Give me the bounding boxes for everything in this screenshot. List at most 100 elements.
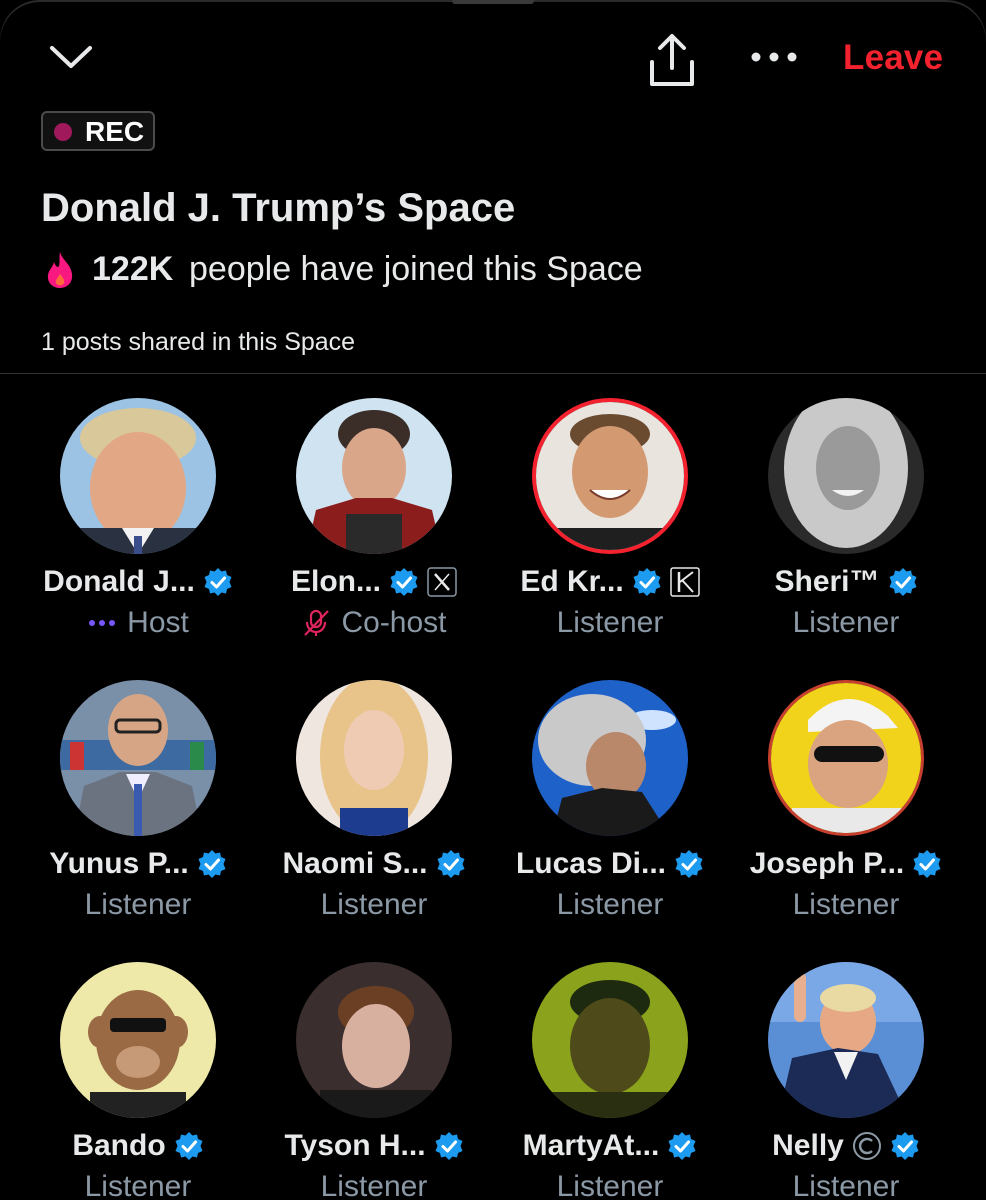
participant-ed[interactable]: Ed Kr... Listener (492, 398, 728, 668)
divider (0, 373, 986, 374)
name-row: Sheri™ (728, 562, 964, 602)
name-row: Nelly (728, 1126, 964, 1166)
verified-badge-icon (390, 568, 418, 596)
participant-role: Listener (84, 888, 192, 921)
participant-role: Listener (320, 888, 428, 921)
verified-badge-icon (675, 850, 703, 878)
participant-name: Elon... (291, 565, 381, 598)
flame-icon (47, 252, 73, 288)
participant-name: Lucas Di... (515, 847, 667, 880)
more-dots-icon[interactable] (748, 42, 800, 72)
verified-badge-icon (633, 568, 661, 596)
avatar[interactable] (296, 962, 452, 1118)
verified-badge-icon (891, 1132, 919, 1160)
verified-badge-icon (435, 1132, 463, 1160)
participant-role: Co-host (341, 606, 447, 639)
rec-label: REC (85, 116, 145, 147)
participant-name: Naomi S... (282, 847, 428, 880)
avatar-speaking[interactable] (532, 398, 688, 554)
joined-count: 122K (92, 250, 174, 288)
participant-name: Tyson H... (284, 1129, 426, 1162)
role-row: Listener (492, 1168, 728, 1200)
participant-name: Donald J... (43, 565, 195, 598)
c-circle-icon (852, 1132, 881, 1160)
speaking-dots-icon (89, 620, 116, 626)
rec-badge: REC (41, 111, 155, 151)
participant-name: MartyAt... (522, 1129, 660, 1162)
participant-role: Listener (792, 606, 900, 639)
avatar[interactable] (768, 962, 924, 1118)
role-row: Listener (20, 886, 256, 924)
space-sheet: Leave REC Donald J. Trump’s Space 122K p… (0, 0, 986, 1200)
participant-sheri[interactable]: Sheri™ Listener (728, 398, 964, 668)
avatar[interactable] (60, 680, 216, 836)
verified-badge-icon (889, 568, 917, 596)
sheet-grabber[interactable] (452, 0, 534, 4)
name-row: Lucas Di... (492, 844, 728, 884)
participant-name: Yunus P... (49, 847, 189, 880)
space-title: Donald J. Trump’s Space (41, 186, 516, 230)
role-row: Co-host (256, 604, 492, 642)
participant-role: Listener (556, 1170, 664, 1200)
participant-role: Listener (792, 1170, 900, 1200)
participant-lucas[interactable]: Lucas Di... Listener (492, 680, 728, 950)
role-row: Listener (256, 1168, 492, 1200)
participant-role: Listener (556, 888, 664, 921)
name-row: Ed Kr... (492, 562, 728, 602)
participant-name: Joseph P... (749, 847, 905, 880)
participant-bando[interactable]: Bando Listener (20, 962, 256, 1200)
participant-yunus[interactable]: Yunus P... Listener (20, 680, 256, 950)
avatar[interactable] (532, 962, 688, 1118)
role-row: Host (20, 604, 256, 642)
verified-badge-icon (437, 850, 465, 878)
participant-naomi[interactable]: Naomi S... Listener (256, 680, 492, 950)
name-row: Elon... (256, 562, 492, 602)
posts-shared-link[interactable]: 1 posts shared in this Space (41, 328, 355, 357)
share-icon[interactable] (646, 32, 698, 90)
avatar[interactable] (60, 962, 216, 1118)
avatar-speaking[interactable] (768, 680, 924, 836)
chevron-down-icon[interactable] (48, 42, 94, 72)
avatar[interactable] (532, 680, 688, 836)
verified-badge-icon (913, 850, 941, 878)
participant-role: Listener (84, 1170, 192, 1200)
verified-badge-icon (204, 568, 232, 596)
participant-tyson[interactable]: Tyson H... Listener (256, 962, 492, 1200)
role-row: Listener (728, 886, 964, 924)
avatar[interactable] (60, 398, 216, 554)
participant-role: Listener (320, 1170, 428, 1200)
joined-text: people have joined this Space (189, 250, 643, 288)
participant-name: Bando (72, 1129, 166, 1162)
name-row: Bando (20, 1126, 256, 1166)
avatar[interactable] (768, 398, 924, 554)
participant-name: Ed Kr... (520, 565, 624, 598)
name-row: Yunus P... (20, 844, 256, 884)
role-row: Listener (256, 886, 492, 924)
participant-marty[interactable]: MartyAt... Listener (492, 962, 728, 1200)
role-row: Listener (492, 886, 728, 924)
mic-muted-icon (304, 609, 330, 636)
participant-role: Listener (792, 888, 900, 921)
k-logo-icon (669, 567, 700, 597)
space-header: Leave (0, 20, 986, 100)
verified-badge-icon (198, 850, 226, 878)
participant-role: Listener (556, 606, 664, 639)
name-row: Naomi S... (256, 844, 492, 884)
participant-joseph[interactable]: Joseph P... Listener (728, 680, 964, 950)
avatar[interactable] (296, 398, 452, 554)
role-row: Listener (728, 1168, 964, 1200)
name-row: Joseph P... (728, 844, 964, 884)
name-row: Donald J... (20, 562, 256, 602)
avatar[interactable] (296, 680, 452, 836)
name-row: Tyson H... (256, 1126, 492, 1166)
participant-donald[interactable]: Donald J... Host (20, 398, 256, 668)
participant-name: Sheri™ (774, 565, 880, 598)
verified-badge-icon (175, 1132, 203, 1160)
leave-button[interactable]: Leave (843, 38, 943, 78)
participant-nelly[interactable]: Nelly Listener (728, 962, 964, 1200)
role-row: Listener (728, 604, 964, 642)
participant-elon[interactable]: Elon... Co-host (256, 398, 492, 668)
participant-role: Host (127, 606, 189, 639)
x-logo-icon (427, 567, 457, 597)
verified-badge-icon (668, 1132, 696, 1160)
